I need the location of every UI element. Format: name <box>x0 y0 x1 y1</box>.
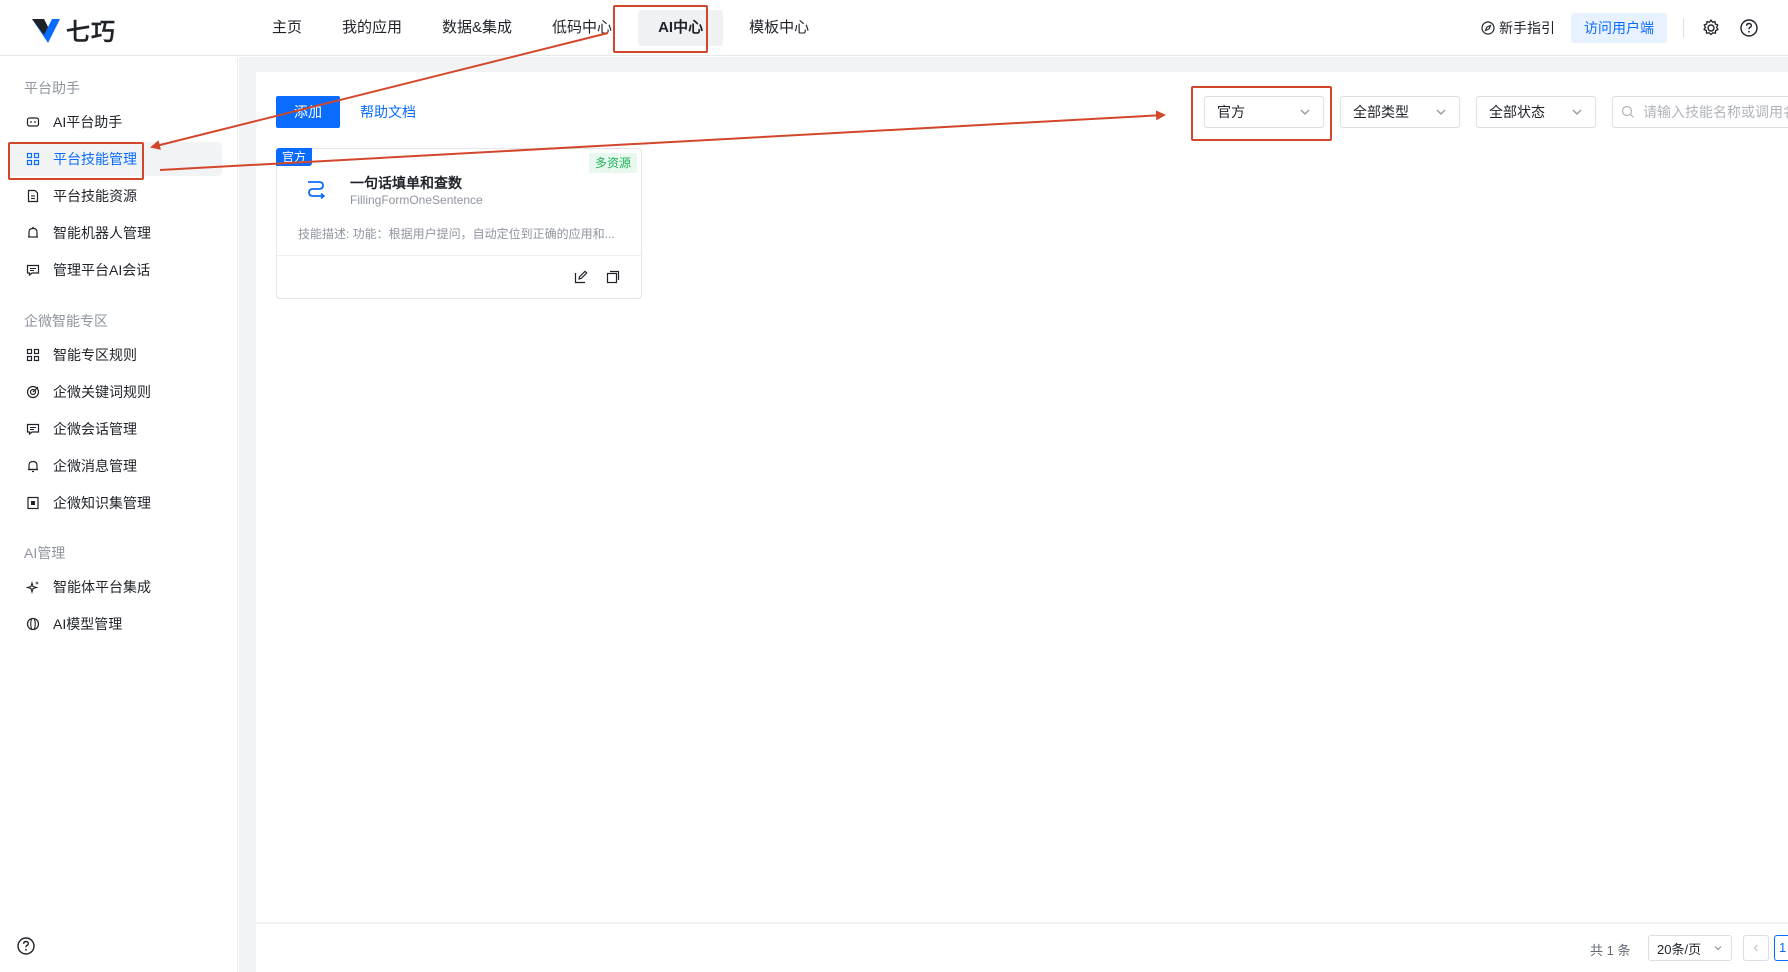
sidebar-item-label: AI模型管理 <box>53 616 123 632</box>
page-size-value: 20条/页 <box>1657 941 1702 957</box>
guide-link[interactable]: 新手指引 <box>1481 18 1555 38</box>
bell-icon <box>25 458 41 474</box>
help-icon <box>17 937 35 955</box>
brand-logo-icon <box>32 18 60 43</box>
add-button[interactable]: 添加 <box>276 96 340 128</box>
chat-icon <box>25 421 41 437</box>
multi-resource-badge: 多资源 <box>588 153 637 173</box>
nav-home[interactable]: 主页 <box>252 10 322 46</box>
official-badge: 官方 <box>276 148 313 166</box>
annotation-box-source-filter <box>1191 86 1332 141</box>
settings-button[interactable] <box>1700 17 1722 39</box>
sidebar-item-label: 平台技能资源 <box>53 188 137 204</box>
nav-templates[interactable]: 模板中心 <box>729 10 829 46</box>
sidebar-item-ai-assistant[interactable]: AI平台助手 <box>8 105 222 139</box>
prev-page-button[interactable] <box>1743 935 1769 961</box>
book-icon <box>25 495 41 511</box>
annotation-box-ai-center <box>613 5 708 53</box>
chat-icon <box>25 262 41 278</box>
skill-title: 一句话填单和查数 <box>350 175 462 191</box>
compass-icon <box>1481 21 1495 35</box>
grid-icon <box>25 347 41 363</box>
search-placeholder: 请输入技能名称或调用名 <box>1643 104 1788 120</box>
status-filter-select[interactable]: 全部状态 <box>1476 96 1596 128</box>
robot-icon <box>25 225 41 241</box>
bot-icon <box>25 114 41 130</box>
edit-icon[interactable] <box>573 269 589 285</box>
visit-user-button[interactable]: 访问用户端 <box>1571 13 1667 43</box>
nav-my-apps[interactable]: 我的应用 <box>322 10 422 46</box>
sidebar-help-button[interactable] <box>16 936 38 958</box>
sidebar-item-knowledge[interactable]: 企微知识集管理 <box>8 486 222 520</box>
main-nav: 主页 我的应用 数据&集成 低码中心 AI中心 模板中心 <box>252 8 829 48</box>
logo[interactable]: 七巧 <box>30 12 116 47</box>
chevron-down-icon <box>1436 109 1446 115</box>
skill-flow-icon <box>308 181 326 200</box>
sidebar-item-label: 智能机器人管理 <box>53 225 151 241</box>
top-right-actions: 新手指引 访问用户端 <box>1481 12 1760 44</box>
file-icon <box>25 188 41 204</box>
skill-card[interactable]: 官方 多资源 一句话填单和查数 FillingFormOneSentence 技… <box>276 148 642 299</box>
nav-data-integration[interactable]: 数据&集成 <box>422 10 532 46</box>
sidebar-item-label: 企微消息管理 <box>53 458 137 474</box>
search-icon <box>1621 105 1634 118</box>
help-button[interactable] <box>1738 17 1760 39</box>
skill-call-name: FillingFormOneSentence <box>350 193 483 207</box>
sidebar-item-label: 企微关键词规则 <box>53 384 151 400</box>
card-divider <box>277 255 641 256</box>
guide-label: 新手指引 <box>1499 20 1555 36</box>
sidebar-item-label: 企微会话管理 <box>53 421 137 437</box>
sidebar-item-label: 企微知识集管理 <box>53 495 151 511</box>
type-filter-select[interactable]: 全部类型 <box>1340 96 1460 128</box>
top-bar: 七巧 主页 我的应用 数据&集成 低码中心 AI中心 模板中心 新手指引 访问用… <box>0 0 1788 56</box>
chevron-left-icon <box>1753 944 1758 952</box>
brand-name: 七巧 <box>66 19 116 46</box>
annotation-box-skill-management <box>8 142 144 180</box>
sidebar-group-title: 企微智能专区 <box>24 313 108 329</box>
target-icon <box>25 384 41 400</box>
sidebar-item-agent-integration[interactable]: 智能体平台集成 <box>8 570 222 604</box>
sidebar-item-skill-resources[interactable]: 平台技能资源 <box>8 179 222 213</box>
sidebar-item-label: 智能体平台集成 <box>53 579 151 595</box>
sidebar: 平台助手 AI平台助手 平台技能管理 平台技能资源 智能机器人管理 管理平台AI… <box>0 57 238 972</box>
sidebar-item-label: 管理平台AI会话 <box>53 262 151 278</box>
chevron-down-icon <box>1572 109 1582 115</box>
status-filter-value: 全部状态 <box>1489 104 1545 120</box>
sidebar-item-wecom-sessions[interactable]: 企微会话管理 <box>8 412 222 446</box>
sidebar-group-title: AI管理 <box>24 545 66 561</box>
sparkle-icon <box>25 579 41 595</box>
sidebar-item-ai-sessions[interactable]: 管理平台AI会话 <box>8 253 222 287</box>
model-icon <box>25 616 41 632</box>
divider <box>1683 18 1684 38</box>
skill-search-input[interactable]: 请输入技能名称或调用名 <box>1612 96 1788 128</box>
sidebar-item-zone-rules[interactable]: 智能专区规则 <box>8 338 222 372</box>
total-count: 共 1 条 <box>1590 943 1631 958</box>
page-size-select[interactable]: 20条/页 <box>1648 935 1732 961</box>
help-icon <box>1740 19 1758 37</box>
pagination-bar <box>256 923 1788 972</box>
skill-description: 技能描述: 功能：根据用户提问，自动定位到正确的应用和... <box>298 227 615 241</box>
copy-icon[interactable] <box>605 269 621 285</box>
sidebar-item-wecom-messages[interactable]: 企微消息管理 <box>8 449 222 483</box>
type-filter-value: 全部类型 <box>1353 104 1409 120</box>
sidebar-item-label: AI平台助手 <box>53 114 123 130</box>
sidebar-item-keyword-rules[interactable]: 企微关键词规则 <box>8 375 222 409</box>
sidebar-group-title: 平台助手 <box>24 80 80 96</box>
chevron-down-icon <box>1714 946 1722 951</box>
help-docs-link[interactable]: 帮助文档 <box>360 96 416 128</box>
page-number-button[interactable]: 1 <box>1774 935 1788 961</box>
sidebar-item-label: 智能专区规则 <box>53 347 137 363</box>
gear-icon <box>1703 19 1719 36</box>
sidebar-item-ai-models[interactable]: AI模型管理 <box>8 607 222 641</box>
sidebar-item-robot-management[interactable]: 智能机器人管理 <box>8 216 222 250</box>
